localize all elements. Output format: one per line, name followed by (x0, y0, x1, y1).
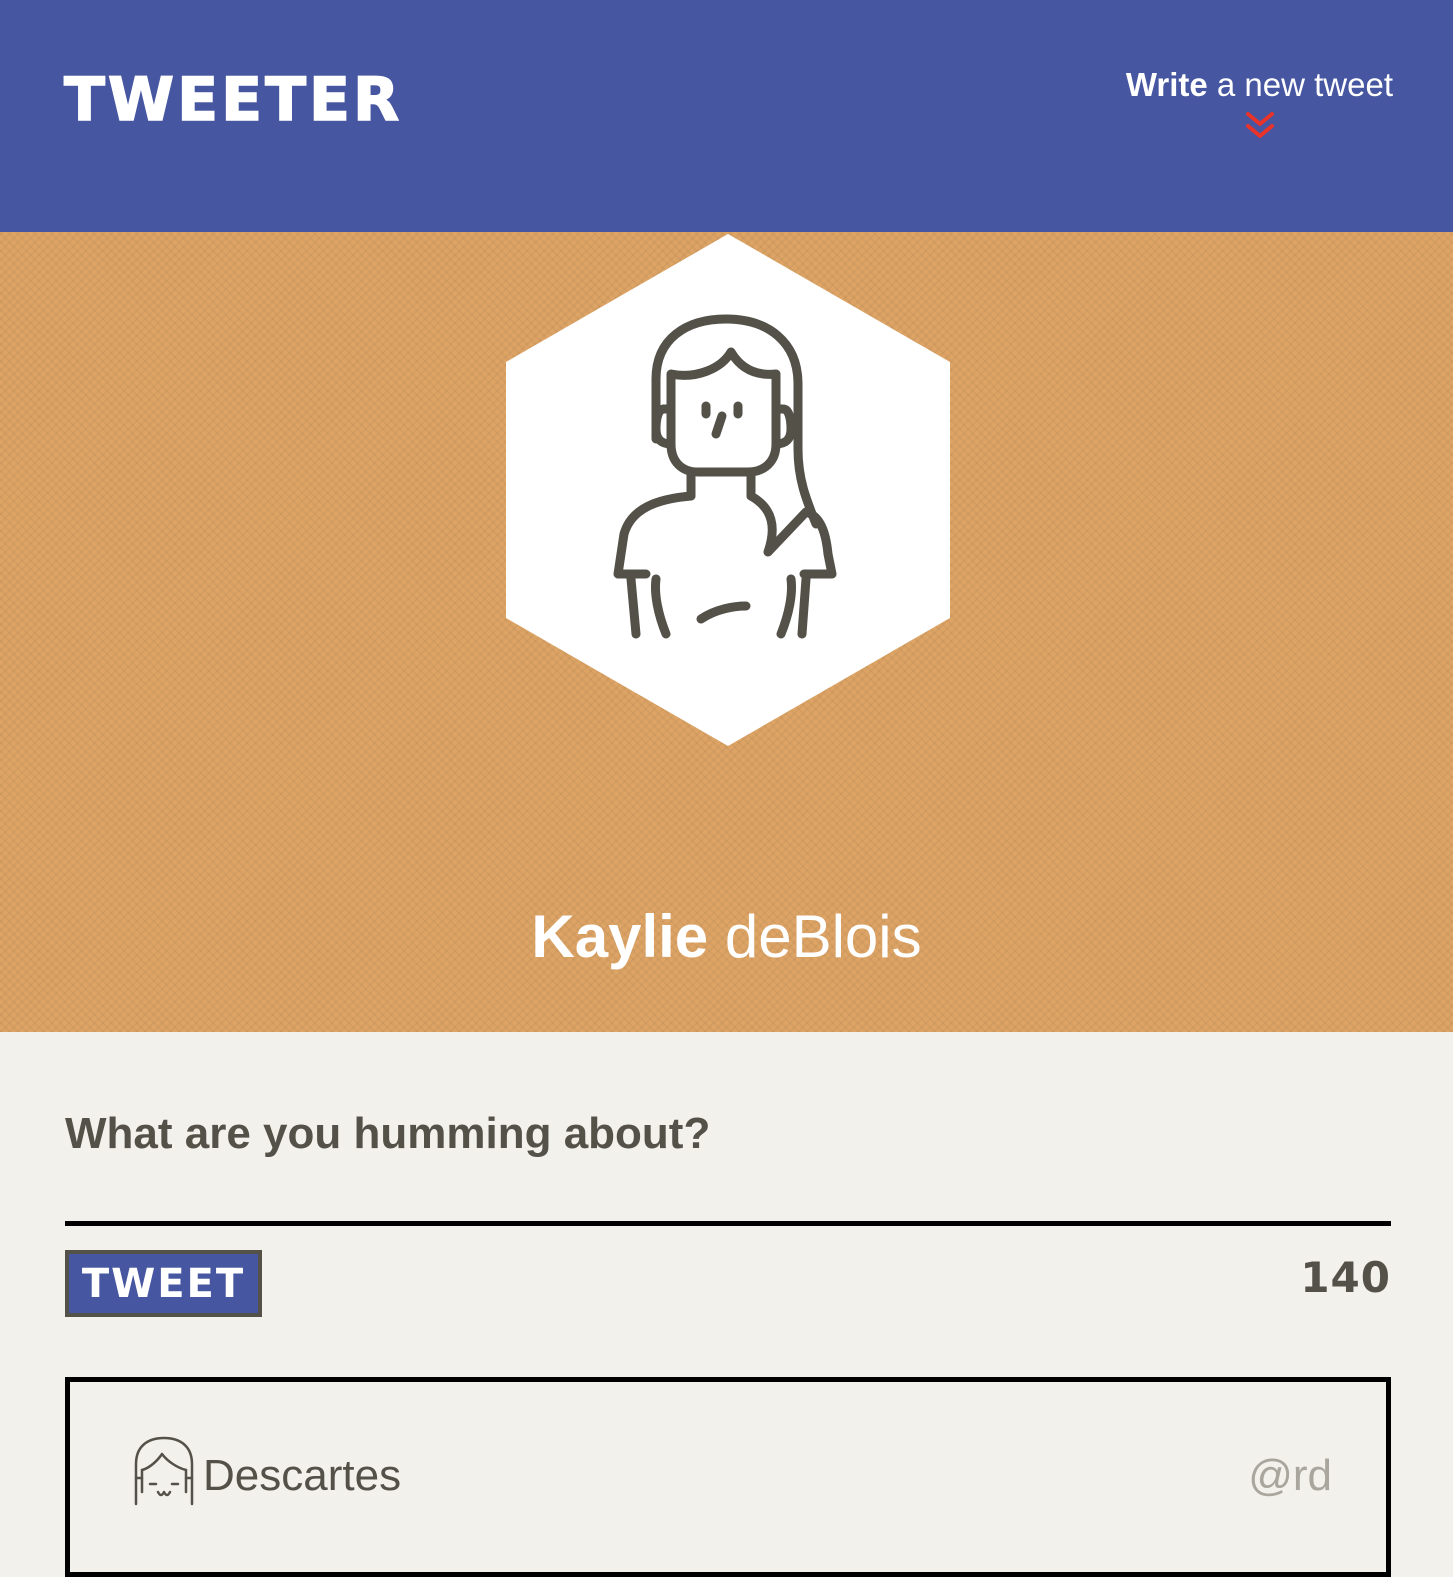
tweet-input[interactable] (65, 1170, 1391, 1226)
char-counter: 140 (1300, 1253, 1391, 1302)
tweet-button[interactable]: TWEET (65, 1250, 262, 1317)
profile-avatar (506, 234, 950, 746)
compose-toggle-bold: Write (1125, 66, 1208, 103)
profile-name: Kaylie deBlois (0, 902, 1453, 972)
double-chevron-down-icon[interactable] (1244, 110, 1276, 142)
profile-banner: Kaylie deBlois (0, 232, 1453, 1032)
site-logo[interactable]: TWEETER (63, 64, 402, 136)
girl-avatar-icon (134, 1436, 194, 1506)
compose-toggle-light: a new tweet (1207, 66, 1393, 103)
tweet-handle[interactable]: @rd (1248, 1448, 1332, 1504)
profile-last-name: deBlois (708, 903, 922, 970)
top-nav: TWEETER Write a new tweet (0, 0, 1453, 232)
write-new-tweet-toggle[interactable]: Write a new tweet (1113, 64, 1393, 106)
tweet-card: Descartes @rd (65, 1377, 1391, 1577)
tweet-author[interactable]: Descartes (203, 1448, 401, 1504)
composer-label: What are you humming about? (65, 1109, 711, 1158)
profile-first-name: Kaylie (531, 903, 709, 970)
